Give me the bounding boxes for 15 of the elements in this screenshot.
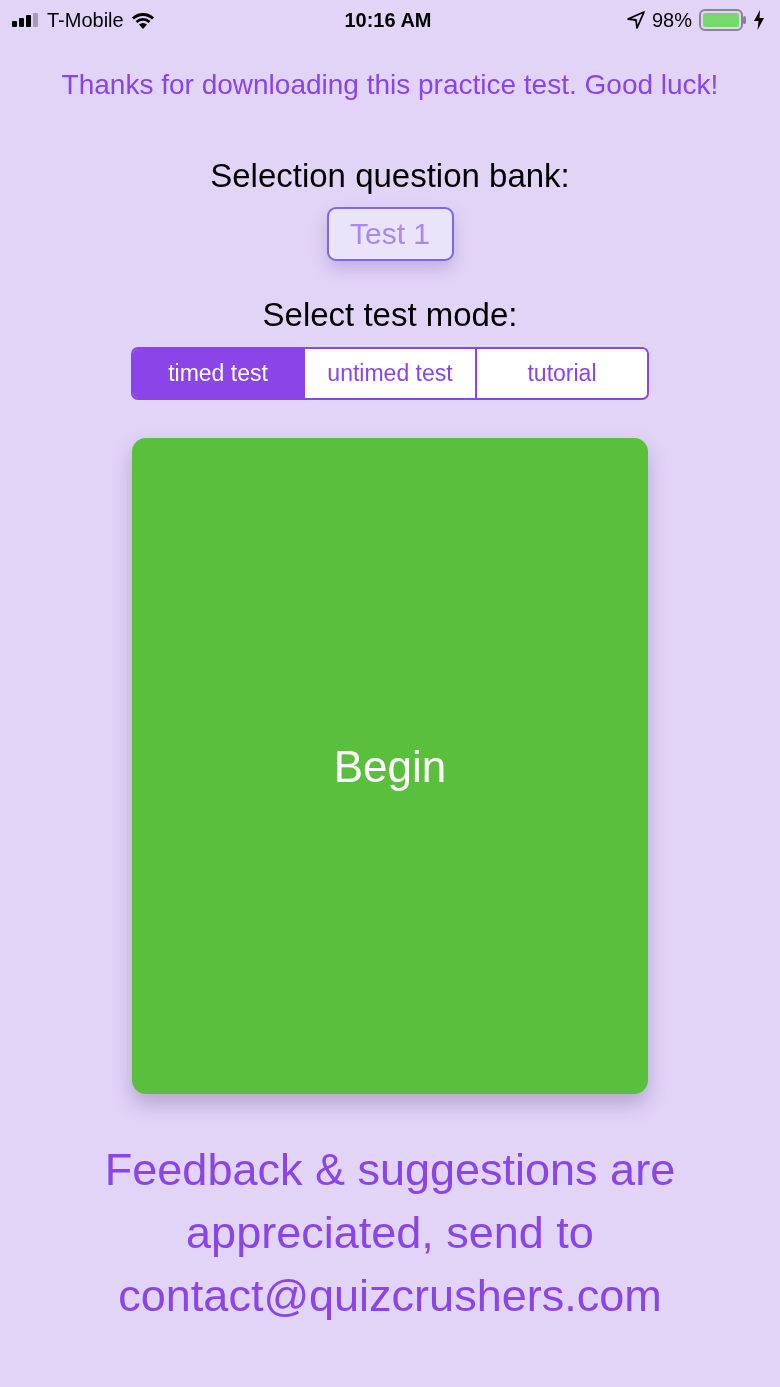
- battery-percentage: 98%: [651, 8, 692, 32]
- clock-time: 10:16 AM: [344, 8, 432, 32]
- question-bank-label: Selection question bank:: [210, 156, 570, 196]
- test-mode-tab[interactable]: tutorial: [475, 349, 647, 398]
- location-arrow-icon: [626, 11, 645, 29]
- battery-icon: [699, 9, 747, 31]
- feedback-message: Feedback & suggestions are appreciated, send to contact@quizcrushers.com: [103, 1143, 677, 1323]
- test-mode-label: Select test mode:: [262, 295, 518, 335]
- test-mode-tab[interactable]: timed test: [133, 349, 303, 398]
- wifi-icon: [130, 11, 155, 29]
- charging-bolt-icon: [754, 10, 764, 30]
- welcome-message: Thanks for downloading this practice test. Good luck!: [61, 68, 719, 102]
- signal-icon: [12, 13, 40, 27]
- carrier-name: T-Mobile: [47, 8, 124, 32]
- test-mode-tab[interactable]: untimed test: [303, 349, 475, 398]
